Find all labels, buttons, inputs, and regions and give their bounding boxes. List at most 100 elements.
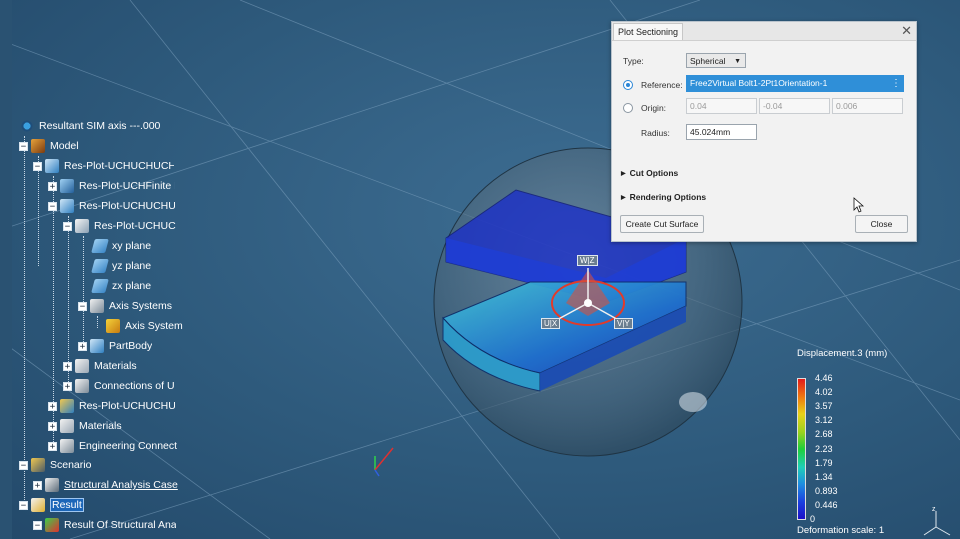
legend-value: 4.46 [815, 373, 833, 383]
collapse-icon[interactable]: − [78, 301, 87, 311]
tree-item-result[interactable]: − Result [19, 496, 84, 514]
tree-item-partbody[interactable]: + PartBody [78, 337, 152, 355]
tree-item-label: Res-Plot-UCHUCI [94, 220, 176, 232]
close-icon[interactable]: ✕ [901, 22, 912, 40]
expand-icon[interactable]: + [48, 421, 57, 431]
collapse-icon[interactable]: − [19, 141, 28, 151]
compass-triad-icon[interactable]: z [918, 503, 958, 539]
tree-item-res-plot-4[interactable]: − Res-Plot-UCHUCI [63, 217, 176, 235]
collapse-icon[interactable]: − [19, 500, 28, 510]
scenario-icon [31, 458, 45, 472]
collapse-icon[interactable]: − [19, 460, 28, 470]
tree-item-res-plot-3[interactable]: − Res-Plot-UCHUCHUC [48, 197, 175, 215]
legend-value: 0 [810, 514, 816, 524]
finite-element-icon [60, 179, 74, 193]
type-dropdown[interactable]: Spherical ▼ [686, 53, 746, 68]
expand-icon[interactable]: + [63, 361, 72, 371]
engineering-connection-icon [60, 439, 74, 453]
partbody-icon [90, 339, 104, 353]
tree-item-axis-systems[interactable]: − Axis Systems [78, 297, 172, 315]
tree-item-materials-2[interactable]: + Materials [48, 417, 122, 435]
tree-item-label: Res-Plot-UCHUCHUC [79, 400, 175, 412]
tree-item-model[interactable]: − Model [19, 137, 79, 155]
analysis-case-icon [45, 478, 59, 492]
tree-root-label: Resultant SIM axis ---.000 [39, 120, 161, 132]
tree-item-res-plot-5[interactable]: + Res-Plot-UCHUCHUC [48, 397, 175, 415]
chevron-down-icon: ▼ [734, 58, 741, 65]
create-cut-surface-button[interactable]: Create Cut Surface [620, 215, 704, 233]
expand-icon[interactable]: + [78, 341, 87, 351]
type-dropdown-value: Spherical [690, 56, 726, 66]
tree-item-materials-1[interactable]: + Materials [63, 357, 137, 375]
collapse-icon[interactable]: − [48, 201, 57, 211]
radius-field[interactable]: 45.024mm [686, 124, 757, 140]
tree-item-label: Res-Plot-UCHUCHUC [79, 200, 175, 212]
tree-item-axis-system[interactable]: Axis System [106, 317, 183, 335]
axis-label-u: U|X [541, 318, 561, 329]
collapse-icon[interactable]: − [33, 161, 42, 171]
tree-item-yz-plane[interactable]: yz plane [91, 257, 151, 275]
axis-label-w: W|Z [577, 255, 598, 266]
tree-item-xy-plane[interactable]: xy plane [91, 237, 152, 255]
result-icon [31, 498, 45, 512]
cut-options-section[interactable]: ▶ Cut Options [621, 168, 678, 178]
origin-z-field[interactable]: 0.006 [832, 98, 903, 114]
more-options-icon[interactable]: ⋮ [891, 75, 901, 92]
origin-radio[interactable] [623, 103, 633, 113]
expand-icon[interactable]: + [63, 381, 72, 391]
tree-item-res-plot-2[interactable]: + Res-Plot-UCHFinite E [48, 177, 175, 195]
mouse-cursor-icon [853, 197, 865, 213]
plot-sectioning-dialog: Plot Sectioning ✕ Type: Spherical ▼ Refe… [611, 21, 917, 242]
legend-value: 0.893 [815, 486, 838, 496]
tree-item-scenario[interactable]: − Scenario [19, 456, 91, 474]
tree-item-result-of-structural-analysis[interactable]: − Result Of Structural Ana [33, 516, 176, 534]
tree-item-label: Materials [79, 420, 122, 432]
cut-options-label: Cut Options [629, 168, 679, 178]
tree-root[interactable]: Resultant SIM axis ---.000 [20, 117, 160, 135]
legend-value: 3.57 [815, 401, 833, 411]
origin-label: Origin: [641, 103, 667, 113]
dialog-title: Plot Sectioning [613, 23, 684, 40]
legend-value: 2.68 [815, 429, 833, 439]
tree-item-label: xy plane [112, 240, 152, 252]
expand-icon[interactable]: + [48, 441, 57, 451]
reference-radio[interactable] [623, 80, 633, 90]
rendering-options-label: Rendering Options [629, 192, 707, 202]
type-label: Type: [623, 56, 644, 66]
reference-field[interactable]: Free2Virtual Bolt1-2Pt1Orientation-1 ⋮ [686, 75, 904, 92]
plane-icon [91, 279, 109, 293]
tree-item-structural-analysis-case[interactable]: + Structural Analysis Case [33, 476, 178, 494]
radius-label: Radius: [641, 128, 670, 138]
origin-x-field[interactable]: 0.04 [686, 98, 757, 114]
rendering-options-section[interactable]: ▶ Rendering Options [621, 192, 706, 202]
dialog-titlebar[interactable]: Plot Sectioning ✕ [612, 22, 916, 41]
expand-icon[interactable]: + [48, 181, 57, 191]
tree-item-label: Structural Analysis Case [64, 479, 178, 491]
tree-item-label: Axis System [125, 320, 183, 332]
result-plot-icon [45, 518, 59, 532]
legend-value: 2.23 [815, 444, 833, 454]
tree-item-connections[interactable]: + Connections of U [63, 377, 175, 395]
legend-value: 1.79 [815, 458, 833, 468]
tree-item-zx-plane[interactable]: zx plane [91, 277, 151, 295]
product-icon [60, 199, 74, 213]
tree-item-label: Res-Plot-UCHUCHUCH- [64, 160, 174, 172]
tree-item-label: Result Of Structural Ana [64, 519, 176, 531]
collapse-icon[interactable]: − [63, 221, 72, 231]
tree-item-res-plot-1[interactable]: − Res-Plot-UCHUCHUCH- [33, 157, 174, 175]
reference-label: Reference: [641, 80, 683, 90]
close-button[interactable]: Close [855, 215, 908, 233]
legend-title: Displacement.3 (mm) [797, 348, 888, 359]
materials-icon [60, 419, 74, 433]
legend-value: 4.02 [815, 387, 833, 397]
tree-item-engineering-connections[interactable]: + Engineering Connect [48, 437, 177, 455]
expand-icon[interactable]: + [48, 401, 57, 411]
legend-color-bar[interactable] [797, 378, 806, 520]
tree-item-label: PartBody [109, 340, 153, 352]
connections-icon [75, 379, 89, 393]
expand-triangle-icon: ▶ [621, 171, 626, 177]
tree-item-label: Model [50, 140, 79, 152]
collapse-icon[interactable]: − [33, 520, 42, 530]
expand-icon[interactable]: + [33, 480, 42, 490]
origin-y-field[interactable]: -0.04 [759, 98, 830, 114]
